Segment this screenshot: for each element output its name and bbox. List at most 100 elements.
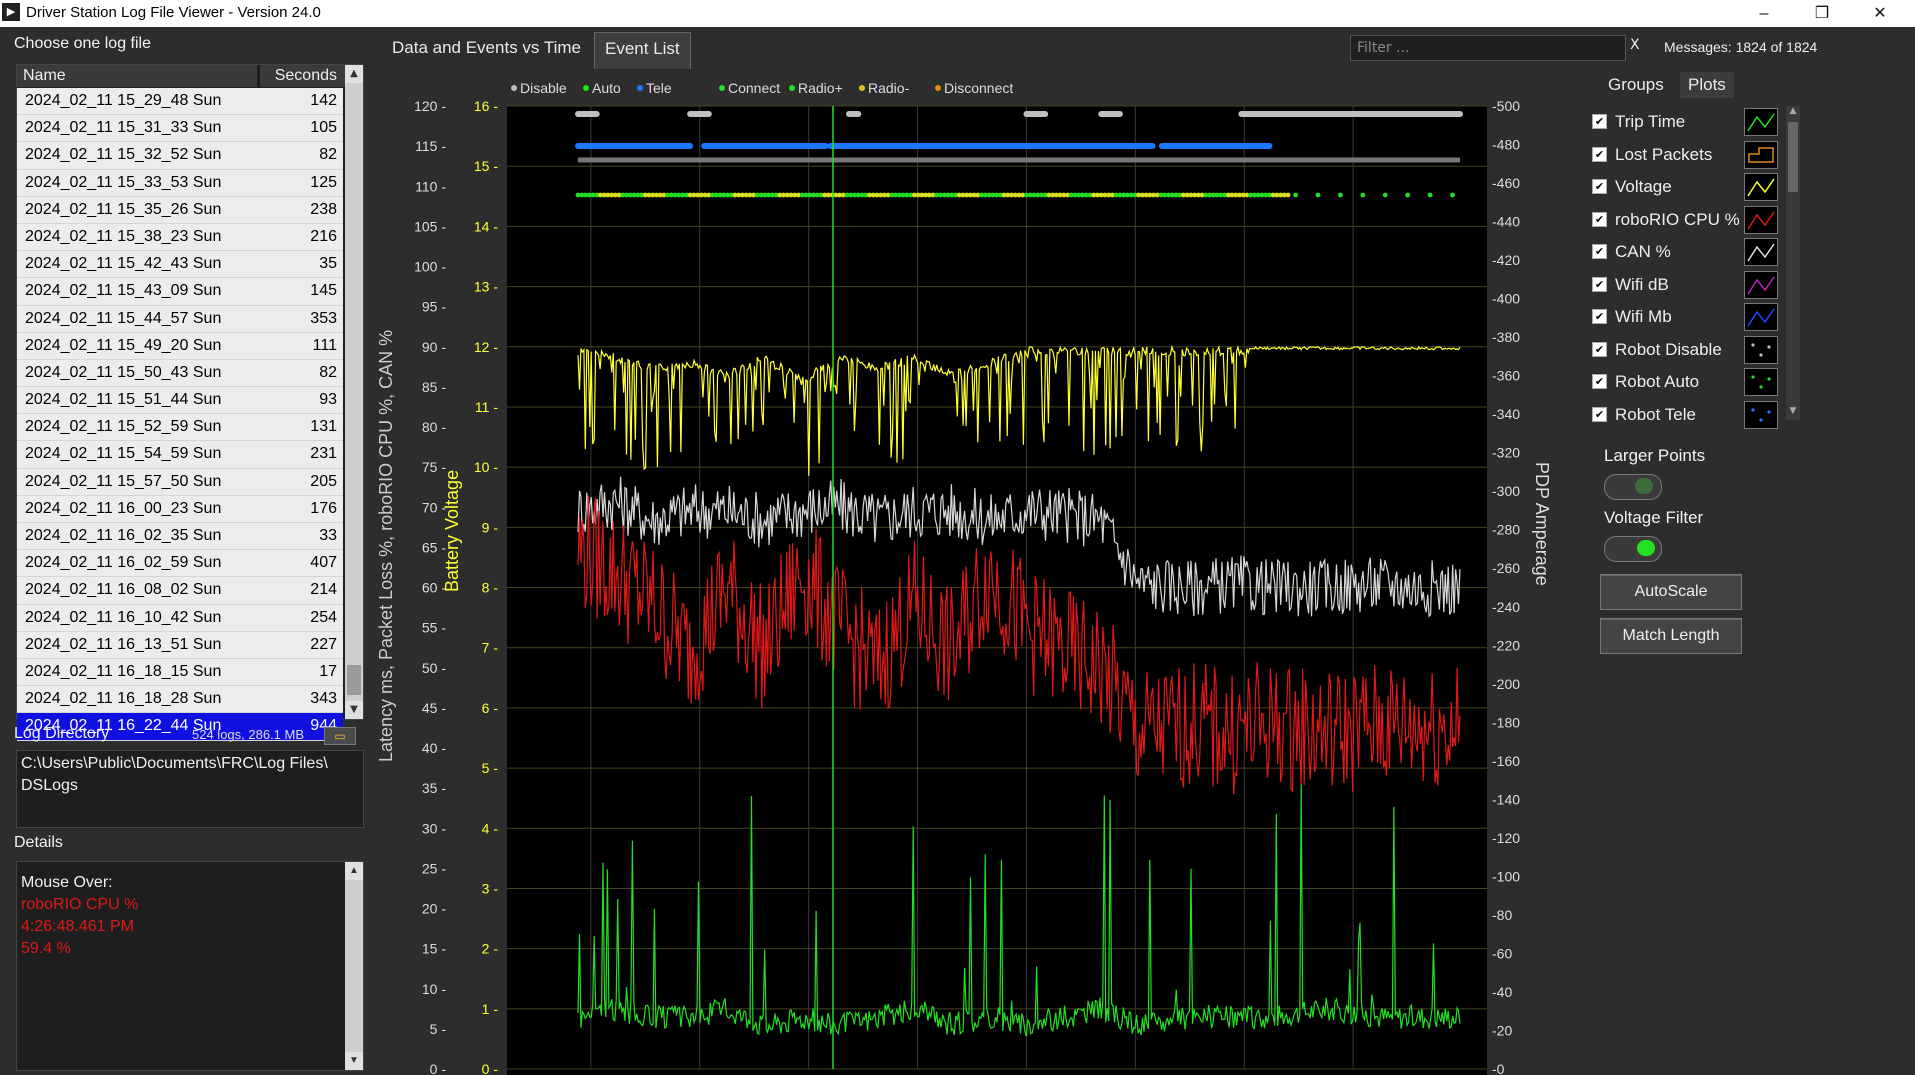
log-file-table[interactable]: Name Seconds 2024_02_11 15_29_48 Sun 142 2… [16, 64, 364, 741]
column-divider[interactable] [257, 65, 260, 87]
log-name: 2024_02_11 16_02_35 Sun [25, 527, 222, 544]
restore-button[interactable]: ❐ [1793, 0, 1851, 27]
close-button[interactable]: ✕ [1851, 0, 1909, 27]
dots-icon[interactable] [1744, 400, 1778, 429]
voltage-tick-label: 16 - [474, 98, 498, 114]
log-row[interactable]: 2024_02_11 15_35_26 Sun 238 [17, 196, 343, 224]
log-row[interactable]: 2024_02_11 15_54_59 Sun 231 [17, 441, 343, 469]
plot-list-scrollbar[interactable]: ▲ ▼ [1786, 106, 1800, 420]
minimize-button[interactable]: – [1735, 0, 1793, 27]
log-row[interactable]: 2024_02_11 15_32_52 Sun 82 [17, 142, 343, 170]
log-table-scrollbar[interactable]: ▲ ▼ [345, 65, 363, 719]
larger-points-toggle[interactable] [1604, 474, 1662, 500]
log-row[interactable]: 2024_02_11 16_02_35 Sun 33 [17, 523, 343, 551]
log-row[interactable]: 2024_02_11 16_18_28 Sun 343 [17, 686, 343, 714]
plot-checkbox[interactable]: ✔ [1592, 211, 1607, 227]
log-row[interactable]: 2024_02_11 15_29_48 Sun 142 [17, 88, 343, 116]
clear-filter-button[interactable]: X [1630, 37, 1640, 53]
log-row[interactable]: 2024_02_11 15_44_57 Sun 353 [17, 305, 343, 333]
voltage-filter-toggle[interactable] [1604, 536, 1662, 562]
details-scroll-down-icon[interactable]: ▼ [345, 1052, 363, 1070]
log-row[interactable]: 2024_02_11 15_38_23 Sun 216 [17, 223, 343, 252]
line-icon[interactable] [1744, 173, 1778, 201]
log-row[interactable]: 2024_02_11 16_13_51 Sun 227 [17, 631, 343, 659]
log-row[interactable]: 2024_02_11 15_42_43 Sun 35 [17, 251, 343, 279]
log-row[interactable]: 2024_02_11 16_08_02 Sun 214 [17, 577, 343, 605]
line-icon[interactable] [1744, 108, 1778, 136]
log-row[interactable]: 2024_02_11 15_49_20 Sun 111 [17, 332, 343, 360]
folder-browse-icon[interactable]: ▭ [324, 727, 356, 745]
match-length-button[interactable]: Match Length [1600, 618, 1742, 654]
log-row[interactable]: 2024_02_11 15_57_50 Sun 205 [17, 468, 343, 496]
plot-checkbox[interactable]: ✔ [1592, 309, 1607, 324]
dots-icon[interactable] [1744, 368, 1778, 396]
voltage-tick-label: 2 - [482, 941, 499, 957]
line-icon[interactable] [1744, 303, 1778, 331]
log-seconds: 176 [310, 499, 337, 517]
plot-label: Robot Disable [1615, 339, 1722, 359]
log-seconds: 82 [319, 146, 337, 164]
log-row[interactable]: 2024_02_11 15_31_33 Sun 105 [17, 115, 343, 143]
line-icon[interactable] [1744, 238, 1778, 266]
plot-checkbox[interactable]: ✔ [1592, 179, 1607, 194]
log-row[interactable]: 2024_02_11 16_18_15 Sun 17 [17, 658, 343, 687]
left-tick-label: 100 - [414, 259, 446, 275]
plot-checkbox[interactable]: ✔ [1592, 276, 1607, 292]
scroll-down-icon[interactable]: ▼ [345, 701, 363, 719]
tab-data-events[interactable]: Data and Events vs Time [382, 32, 591, 68]
legend-marker [789, 85, 795, 91]
right-tick-label: -340 [1492, 406, 1520, 422]
column-header-name[interactable]: Name [23, 67, 66, 85]
log-name: 2024_02_11 15_54_59 Sun [25, 445, 222, 463]
details-series: roboRIO CPU % [21, 896, 139, 913]
right-tick-label: -440 [1492, 214, 1520, 230]
step-icon[interactable] [1744, 140, 1778, 169]
scroll-up-icon[interactable]: ▲ [345, 65, 363, 83]
dots-icon[interactable] [1744, 335, 1778, 364]
battery-voltage-axis-label: Battery Voltage [442, 470, 462, 592]
log-name: 2024_02_11 15_33_53 Sun [25, 173, 222, 191]
plot-scroll-up-icon[interactable]: ▲ [1786, 106, 1800, 120]
log-row[interactable]: 2024_02_11 16_02_59 Sun 407 [17, 550, 343, 578]
plot-checkbox[interactable]: ✔ [1592, 146, 1607, 162]
log-row[interactable]: 2024_02_11 16_10_42 Sun 254 [17, 604, 343, 632]
legend-marker [719, 85, 725, 91]
voltage-tick-label: 4 - [482, 820, 499, 836]
autoscale-button[interactable]: AutoScale [1600, 574, 1742, 610]
log-seconds: 35 [319, 255, 337, 273]
log-row[interactable]: 2024_02_11 15_50_43 Sun 82 [17, 359, 343, 388]
log-row[interactable]: 2024_02_11 16_00_23 Sun 176 [17, 495, 343, 523]
log-seconds: 353 [310, 309, 337, 327]
scroll-thumb[interactable] [347, 665, 361, 695]
data-events-chart[interactable]: Disable Auto Tele Connect Radio+ Radio- Discon… [370, 72, 1570, 1075]
line-icon[interactable] [1744, 205, 1778, 234]
details-scroll-up-icon[interactable]: ▲ [345, 862, 363, 880]
details-scrollbar[interactable]: ▲ ▼ [345, 862, 363, 1070]
log-row[interactable]: 2024_02_11 15_33_53 Sun 125 [17, 169, 343, 197]
plot-scroll-thumb[interactable] [1788, 122, 1798, 192]
plot-checkbox[interactable]: ✔ [1592, 374, 1607, 389]
plot-checkbox[interactable]: ✔ [1592, 244, 1607, 259]
left-tick-label: 115 - [415, 138, 446, 154]
plot-scroll-down-icon[interactable]: ▼ [1786, 406, 1800, 420]
log-row[interactable]: 2024_02_11 15_51_44 Sun 93 [17, 387, 343, 415]
plot-item: ✔ Wifi Mb [1592, 303, 1782, 336]
voltage-tick-label: 0 - [482, 1061, 499, 1075]
tab-event-list[interactable]: Event List [594, 32, 691, 69]
voltage-tick-label: 10 - [474, 459, 498, 475]
plot-checkbox[interactable]: ✔ [1592, 341, 1607, 357]
plot-checkbox[interactable]: ✔ [1592, 406, 1607, 422]
left-tick-label: 30 - [422, 820, 446, 836]
table-header: Name Seconds [17, 65, 363, 87]
tab-groups[interactable]: Groups [1600, 72, 1672, 98]
log-directory-path[interactable]: C:\Users\Public\Documents\FRC\Log Files\… [16, 750, 364, 828]
tab-plots[interactable]: Plots [1680, 72, 1734, 98]
filter-input[interactable] [1350, 35, 1626, 61]
log-row[interactable]: 2024_02_11 15_52_59 Sun 131 [17, 414, 343, 442]
plot-checkbox[interactable]: ✔ [1592, 114, 1607, 129]
column-header-seconds[interactable]: Seconds [275, 67, 337, 85]
line-icon[interactable] [1744, 270, 1778, 299]
plot-item: ✔ Trip Time [1592, 108, 1782, 141]
voltage-tick-label: 1 - [482, 1001, 499, 1017]
log-row[interactable]: 2024_02_11 15_43_09 Sun 145 [17, 278, 343, 306]
